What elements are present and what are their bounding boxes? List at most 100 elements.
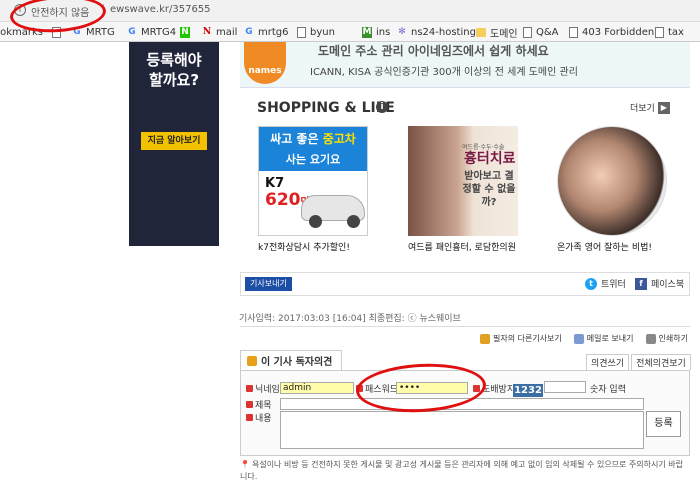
- tab-write-comment[interactable]: 의견쓰기: [586, 354, 630, 370]
- card-caption[interactable]: k7전화상담시 추가할인!: [258, 240, 350, 253]
- tool-label: 인쇄하기: [658, 334, 688, 343]
- print-link[interactable]: 인쇄하기: [645, 333, 688, 344]
- submit-button[interactable]: 등록: [646, 411, 681, 437]
- label-text: 닉네임: [255, 385, 280, 395]
- card-image[interactable]: 여드름·수두·수술 흉터치료 받아보고 결정할 수 없을까?: [408, 126, 518, 236]
- nickname-label: 닉네임: [246, 382, 280, 395]
- bookmark-label: mail: [216, 26, 238, 38]
- url-text[interactable]: ewswave.kr/357655: [110, 4, 211, 15]
- captcha-hint: 숫자 입력: [590, 385, 626, 395]
- article-meta: 기사입력: 2017:03:03 [16:04] 최종편집: ⓒ 뉴스웨이브: [239, 314, 461, 324]
- google-icon: G: [245, 26, 253, 37]
- more-link[interactable]: 더보기 ▶: [630, 101, 670, 114]
- print-icon: [645, 333, 656, 344]
- tab-reader-comments[interactable]: 이 기사 독자의견: [240, 350, 342, 370]
- car-model: K7: [265, 176, 285, 191]
- card-image[interactable]: [557, 126, 667, 236]
- info-icon[interactable]: i: [376, 101, 388, 113]
- bookmark-label: tax: [668, 26, 684, 38]
- section-title: SHOPPING & LIFE: [257, 100, 395, 116]
- bookmark-label: 도메인: [490, 28, 518, 40]
- bookmark-label: mrtg6: [258, 26, 289, 38]
- doc-icon: [523, 26, 532, 38]
- comment-textarea[interactable]: [280, 411, 644, 449]
- bookmark-item[interactable]: tax: [655, 25, 684, 39]
- bookmark-label: 403 Forbidden: [582, 26, 655, 38]
- bookmark-label: Q&A: [536, 26, 559, 38]
- card-caption[interactable]: 여드름 패인흉터, 로담한의원: [408, 240, 516, 253]
- captcha-input[interactable]: [544, 381, 586, 393]
- title-label: 제목: [246, 398, 272, 411]
- card-image[interactable]: 싸고 좋은 중고차 사는 요기요 K7 620만원: [258, 126, 368, 236]
- twitter-label: 트위터: [601, 280, 626, 290]
- left-banner-ad[interactable]: 등록해야 할까요? 지금 알아보기: [129, 42, 219, 246]
- bullet-icon: [246, 401, 253, 408]
- ad-title: 흉터치료: [464, 151, 516, 167]
- tab-all-comments[interactable]: 전체의견보기: [631, 354, 691, 370]
- bullet-icon: [246, 385, 253, 392]
- tool-label: 메일로 보내기: [586, 334, 634, 343]
- label-text: 제목: [255, 401, 272, 411]
- card-caption[interactable]: 온가족 영어 잘하는 비법!: [557, 240, 652, 253]
- ad-line-highlight: 중고차: [322, 132, 356, 146]
- bookmark-item[interactable]: Gmrtg6: [244, 25, 288, 39]
- label-text: 도배방지: [482, 385, 516, 395]
- ad-line: 사는 요기요: [285, 153, 341, 166]
- bullet-icon: [246, 414, 253, 421]
- bookmark-label: byun: [310, 26, 335, 38]
- ad-line: 싸고 좋은 중고차: [261, 130, 365, 147]
- top-banner-ad[interactable]: names 도메인 주소 관리 아이네임즈에서 쉽게 하세요 ICANN, KI…: [240, 42, 690, 88]
- bookmark-label: MRTG: [86, 26, 115, 38]
- n-icon: N: [202, 26, 212, 37]
- mail-icon: [573, 333, 584, 344]
- bookmark-item[interactable]: G MRTG4: [127, 25, 176, 39]
- comment-tabs: 의견쓰기 전체의견보기: [586, 354, 693, 370]
- more-label: 더보기: [630, 104, 655, 114]
- names-logo: names: [244, 42, 286, 84]
- bookmark-label: MRTG4: [141, 26, 177, 38]
- ad-headline: 도메인 주소 관리 아이네임즈에서 쉽게 하세요: [318, 44, 549, 58]
- folder-icon: [476, 27, 486, 37]
- doc-icon: [655, 26, 664, 38]
- bookmark-item[interactable]: 도메인: [476, 25, 518, 40]
- ad-subtext: ICANN, KISA 공식인증기관 300개 이상의 전 세계 도메인 관리: [310, 67, 578, 78]
- user-icon: [480, 333, 490, 344]
- bookmark-item[interactable]: byun: [297, 25, 335, 39]
- tab-label: 이 기사 독자의견: [261, 357, 333, 368]
- tool-label: 필자의 다른기사보기: [493, 334, 562, 343]
- google-icon: G: [128, 26, 136, 37]
- facebook-icon: f: [635, 277, 647, 290]
- nickname-input[interactable]: admin: [280, 382, 354, 394]
- bookmark-item[interactable]: N: [180, 25, 194, 39]
- bookmarks-bar: ookmarks GMRTG GMRTG4 N Nmail Gmrtg6 byu…: [0, 22, 700, 42]
- bookmark-item[interactable]: Mins: [362, 25, 390, 39]
- bookmark-item[interactable]: Q&A: [523, 25, 559, 39]
- bookmark-item[interactable]: ✻ ns24-hosting: [397, 25, 476, 39]
- share-bar: 기사보내기 t 트위터 f 페이스북: [240, 272, 690, 296]
- bookmark-item[interactable]: Nmail: [202, 25, 238, 39]
- email-link[interactable]: 메일로 보내기: [573, 333, 634, 344]
- comment-notice: 📍 욕설이나 비방 등 건전하지 못한 게시물 및 광고성 게시물 등은 관리자에…: [240, 459, 690, 483]
- bookmark-item[interactable]: 403 Forbidden: [569, 25, 654, 39]
- ad-text: 등록해야 할까요?: [129, 50, 219, 90]
- dot-icon: ✻: [398, 26, 406, 37]
- ad-text-line: 할까요?: [148, 71, 200, 89]
- captcha-image: 1232: [513, 384, 543, 397]
- send-article-button[interactable]: 기사보내기: [245, 277, 292, 291]
- price-value: 620: [265, 190, 301, 210]
- article-tools: 필자의 다른기사보기 메일로 보내기 인쇄하기: [480, 333, 688, 344]
- other-articles-link[interactable]: 필자의 다른기사보기: [480, 333, 562, 344]
- twitter-icon: t: [585, 277, 597, 290]
- pin-icon: 📍: [240, 460, 250, 469]
- facebook-label: 페이스북: [651, 280, 685, 290]
- doc-icon: [297, 26, 306, 38]
- body-label: 내용: [246, 411, 272, 424]
- doc-icon: [569, 26, 578, 38]
- ad-copy: 받아보고 결정할 수 없을까?: [462, 171, 516, 208]
- wheel: [347, 215, 360, 228]
- facebook-button[interactable]: f 페이스북: [635, 277, 684, 290]
- twitter-button[interactable]: t 트위터: [585, 277, 626, 290]
- bookmark-label: ns24-hosting: [411, 26, 476, 38]
- learn-more-button[interactable]: 지금 알아보기: [141, 132, 207, 150]
- notice-text: 욕설이나 비방 등 건전하지 못한 게시물 및 광고성 게시물 등은 관리자에 …: [240, 460, 684, 481]
